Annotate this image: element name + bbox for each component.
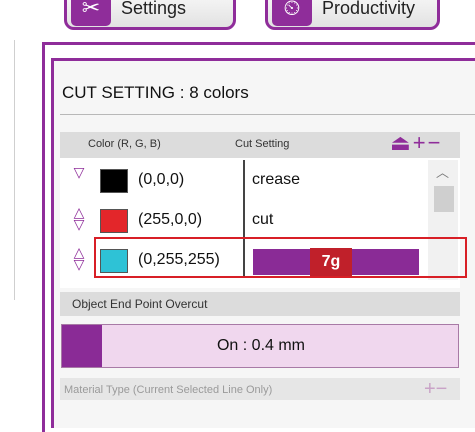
chevron-up-icon[interactable]: ︿ [436, 162, 449, 181]
table-row[interactable]: ▽ (0,0,0) crease [60, 160, 460, 200]
material-add-remove-icons[interactable]: +− [424, 378, 447, 401]
add-icon[interactable]: + [413, 130, 428, 155]
annotation-highlight-box [94, 237, 467, 278]
rgb-value: (255,0,0) [138, 211, 203, 228]
title-divider [60, 114, 475, 115]
header-cut-setting: Cut Setting [235, 138, 290, 150]
row-controls: ⏏+− [390, 130, 443, 156]
panel-title: CUT SETTING : 8 colors [62, 83, 249, 102]
annotation-callout: 7g [310, 248, 352, 276]
color-swatch [100, 209, 128, 233]
table-header: Color (R, G, B) Cut Setting ⏏+− [60, 130, 460, 158]
clock-icon: ⏲ [272, 0, 312, 26]
header-color: Color (R, G, B) [88, 138, 161, 150]
overcut-toggle-button[interactable]: On : 0.4 mm [61, 324, 459, 368]
color-swatch [100, 169, 128, 193]
table-row[interactable]: △ ▽ (255,0,0) cut [60, 200, 460, 240]
tools-icon: ✂ [71, 0, 111, 26]
left-divider [14, 40, 15, 300]
overcut-label: Object End Point Overcut [72, 297, 208, 311]
settings-button-label: Settings [121, 0, 187, 18]
settings-button[interactable]: ✂ Settings [64, 0, 236, 30]
cut-setting-value: crease [252, 171, 301, 188]
cut-setting-value: cut [252, 211, 274, 228]
remove-icon[interactable]: − [428, 130, 443, 155]
move-arrows-icon[interactable]: △ ▽ [68, 245, 90, 271]
productivity-button[interactable]: ⏲ Productivity [265, 0, 440, 30]
move-down-icon[interactable]: ▽ [68, 165, 90, 179]
scroll-thumb[interactable] [434, 186, 454, 212]
productivity-button-label: Productivity [322, 0, 416, 18]
move-arrows-icon[interactable]: △ ▽ [68, 205, 90, 231]
overcut-value: On : 0.4 mm [216, 337, 306, 354]
material-label: Material Type (Current Selected Line Onl… [64, 384, 273, 396]
rgb-value: (0,0,0) [138, 171, 185, 188]
move-up-icon[interactable]: ⏏ [390, 130, 413, 155]
